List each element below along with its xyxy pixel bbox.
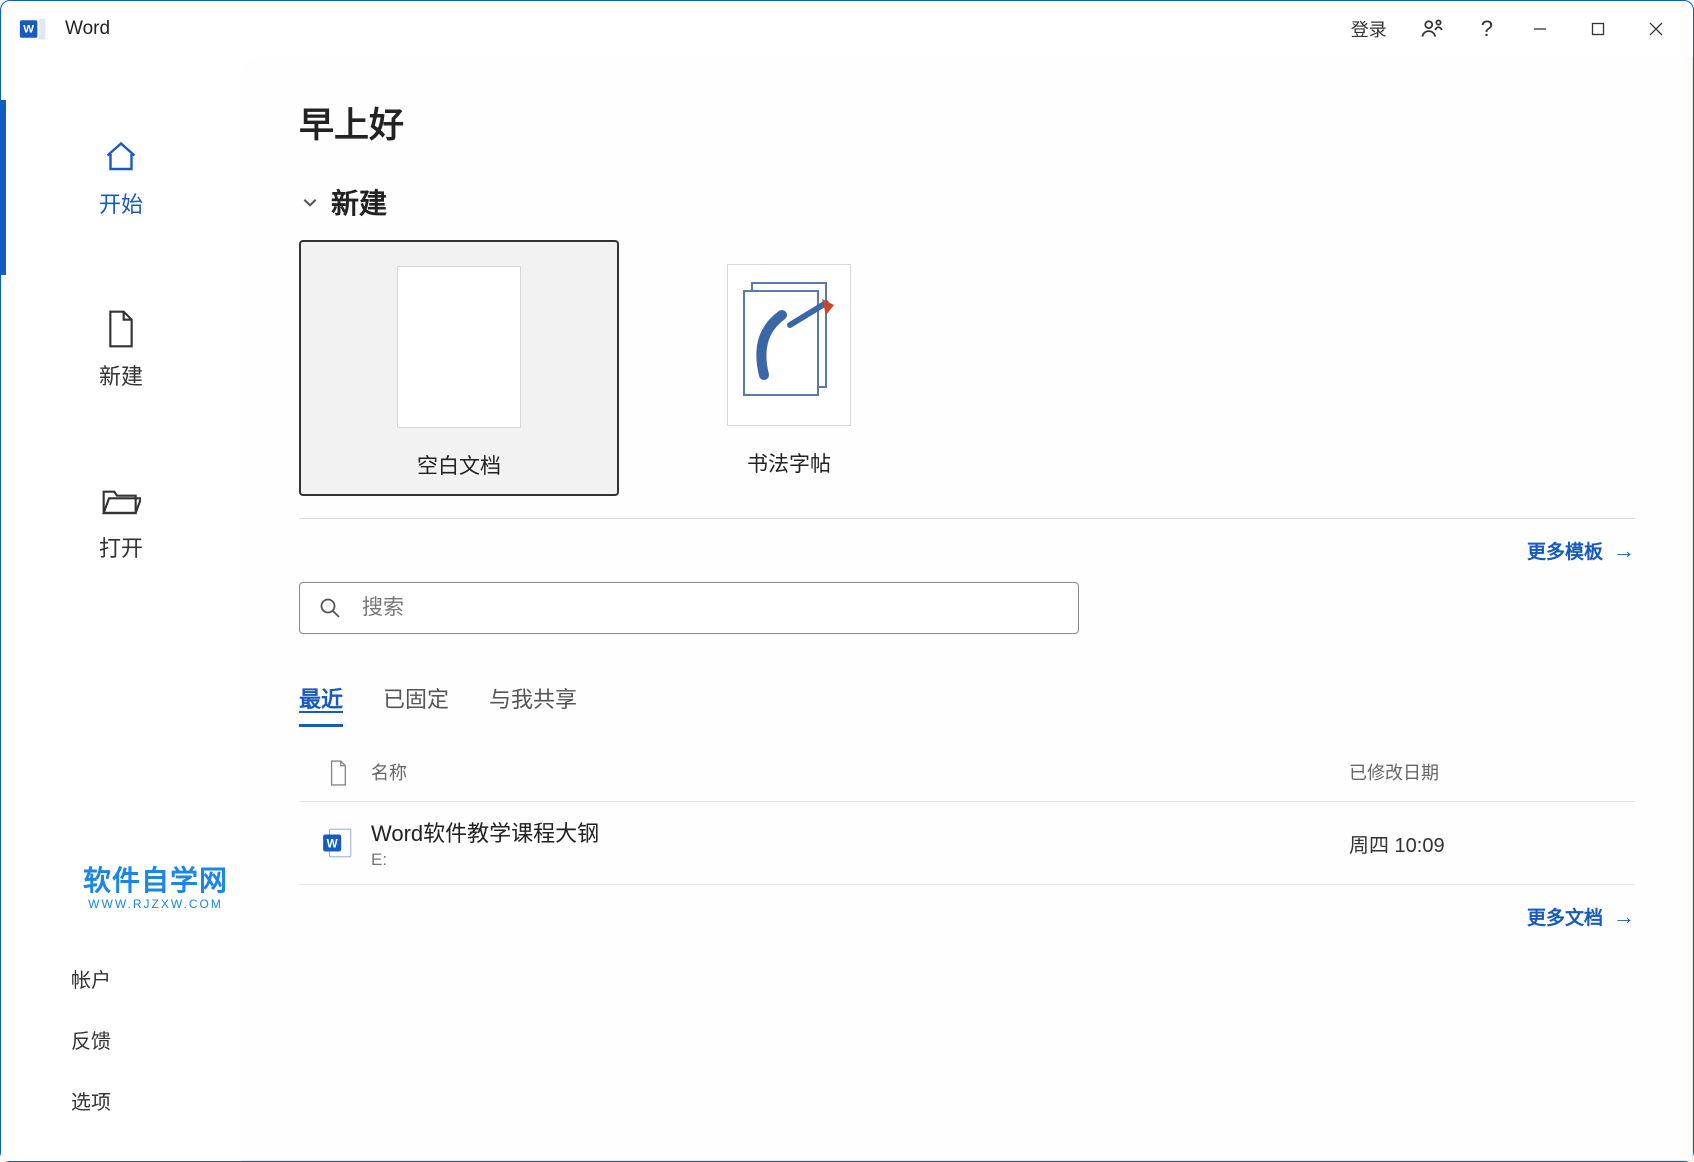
chevron-down-icon bbox=[299, 191, 321, 213]
new-doc-icon bbox=[101, 309, 141, 349]
app-title: Word bbox=[65, 18, 110, 40]
watermark-main: 软件自学网 bbox=[83, 859, 228, 899]
svg-text:W: W bbox=[327, 837, 338, 850]
sidebar-item-options[interactable]: 选项 bbox=[1, 1070, 241, 1131]
titlebar: W Word 登录 ? bbox=[1, 1, 1693, 57]
new-section-title: 新建 bbox=[331, 182, 387, 222]
template-label: 书法字帖 bbox=[747, 448, 831, 478]
sidebar-item-feedback[interactable]: 反馈 bbox=[1, 1009, 241, 1070]
sidebar-item-label: 打开 bbox=[99, 531, 143, 563]
login-button[interactable]: 登录 bbox=[1337, 16, 1401, 42]
col-name-header[interactable]: 名称 bbox=[371, 759, 1349, 787]
sidebar-item-account[interactable]: 帐户 bbox=[1, 948, 241, 1009]
home-icon bbox=[101, 137, 141, 177]
active-indicator bbox=[1, 100, 6, 275]
sidebar-item-label: 新建 bbox=[99, 359, 143, 391]
app-window: W Word 登录 ? bbox=[0, 0, 1694, 1162]
folder-open-icon bbox=[101, 481, 141, 521]
template-blank-document[interactable]: 空白文档 bbox=[299, 240, 619, 496]
sidebar: 开始 新建 打开 软件自学网 WWW.RJZXW.COM bbox=[1, 57, 241, 1161]
search-box[interactable] bbox=[299, 582, 1079, 634]
arrow-right-icon: → bbox=[1613, 538, 1635, 564]
more-templates-link[interactable]: 更多模板 → bbox=[299, 537, 1635, 564]
template-calligraphy[interactable]: 书法字帖 bbox=[669, 240, 909, 496]
list-item[interactable]: W Word软件教学课程大钢 E: 周四 10:09 bbox=[299, 802, 1635, 884]
divider bbox=[299, 518, 1635, 519]
close-button[interactable] bbox=[1627, 7, 1685, 51]
sidebar-item-open[interactable]: 打开 bbox=[1, 461, 241, 633]
blank-thumb bbox=[397, 266, 521, 428]
tab-recent[interactable]: 最近 bbox=[299, 682, 343, 727]
calligraphy-thumb bbox=[727, 264, 851, 426]
arrow-right-icon: → bbox=[1613, 904, 1635, 930]
main-content: 早上好 新建 空白文档 bbox=[241, 57, 1693, 1161]
recent-list: 名称 已修改日期 W Word软件教学课程大钢 E: 周四 10:09 bbox=[299, 745, 1635, 885]
doc-header-icon bbox=[305, 759, 371, 787]
search-input[interactable] bbox=[362, 596, 1060, 620]
template-label: 空白文档 bbox=[417, 450, 501, 480]
file-title: Word软件教学课程大钢 bbox=[371, 816, 1349, 848]
tab-shared[interactable]: 与我共享 bbox=[489, 682, 577, 727]
greeting-title: 早上好 bbox=[299, 97, 1635, 148]
new-section-toggle[interactable]: 新建 bbox=[299, 182, 1635, 222]
maximize-button[interactable] bbox=[1569, 7, 1627, 51]
watermark: 软件自学网 WWW.RJZXW.COM bbox=[83, 859, 228, 911]
word-app-icon: W bbox=[19, 15, 47, 43]
search-icon bbox=[318, 596, 342, 620]
more-templates-label: 更多模板 bbox=[1527, 537, 1603, 564]
recent-tabs: 最近 已固定 与我共享 bbox=[299, 682, 1635, 727]
list-header: 名称 已修改日期 bbox=[299, 745, 1635, 801]
help-button[interactable]: ? bbox=[1463, 7, 1511, 51]
more-documents-label: 更多文档 bbox=[1527, 903, 1603, 930]
more-documents-link[interactable]: 更多文档 → bbox=[299, 903, 1635, 930]
svg-text:W: W bbox=[23, 24, 34, 36]
file-path: E: bbox=[371, 850, 1349, 870]
minimize-button[interactable] bbox=[1511, 7, 1569, 51]
sidebar-item-label: 开始 bbox=[99, 187, 143, 219]
account-manager-icon[interactable] bbox=[1401, 7, 1463, 51]
sidebar-item-new[interactable]: 新建 bbox=[1, 289, 241, 461]
file-date: 周四 10:09 bbox=[1349, 829, 1629, 858]
word-file-icon: W bbox=[305, 826, 371, 860]
sidebar-item-home[interactable]: 开始 bbox=[1, 117, 241, 289]
col-date-header[interactable]: 已修改日期 bbox=[1349, 759, 1629, 787]
tab-pinned[interactable]: 已固定 bbox=[383, 682, 449, 727]
watermark-sub: WWW.RJZXW.COM bbox=[83, 897, 228, 911]
